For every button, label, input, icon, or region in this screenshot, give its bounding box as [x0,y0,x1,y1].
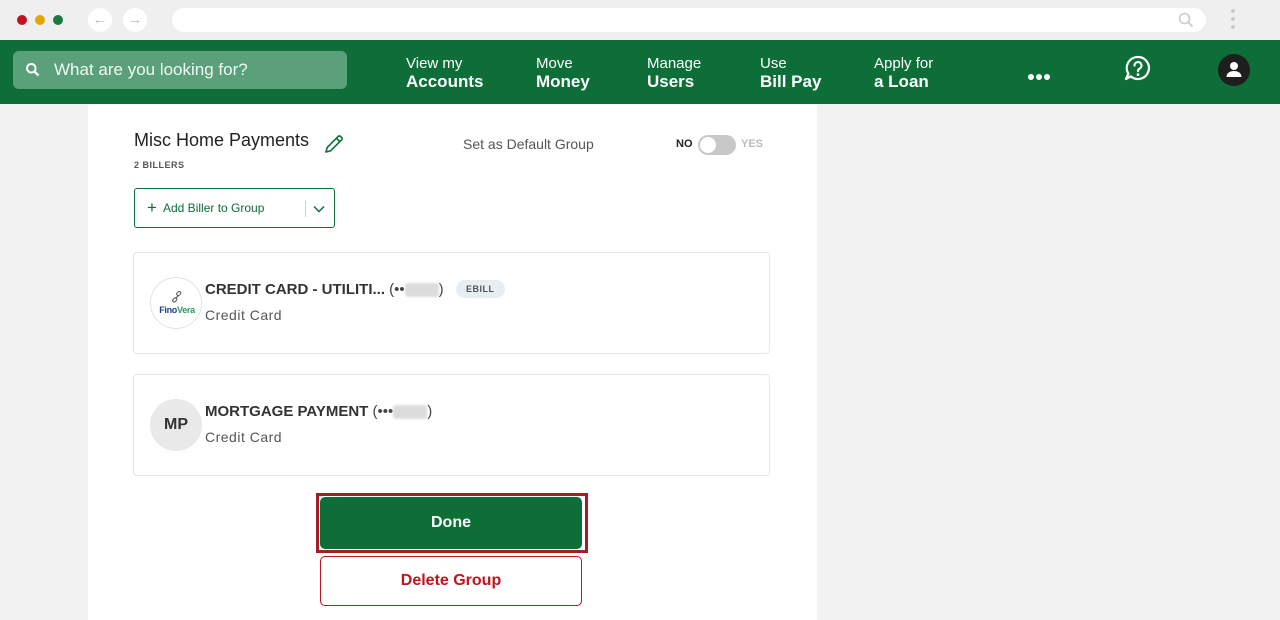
add-biller-label: Add Biller to Group [163,201,265,215]
done-button[interactable]: Done [320,497,582,549]
add-biller-button[interactable]: + Add Biller to Group [134,188,335,228]
window-close-dot[interactable] [17,15,27,25]
nav-label-line1: View my [406,55,463,72]
nav-label-line1: Use [760,55,787,72]
window-minimize-dot[interactable] [35,15,45,25]
pencil-icon[interactable] [323,133,345,155]
biller-logo: FinoVera [150,277,202,329]
nav-label-line2: a Loan [874,72,929,91]
delete-group-button[interactable]: Delete Group [320,556,582,606]
window-maximize-dot[interactable] [53,15,63,25]
logo-text-part: Vera [176,305,195,315]
search-input[interactable] [54,51,339,89]
link-icon [172,291,182,303]
nav-move-money[interactable]: Move Money [536,55,590,91]
redacted-digits [393,405,428,420]
billers-count: 2 BILLERS [134,160,185,170]
search-icon [26,63,40,77]
browser-chrome: ← → [0,0,1280,40]
chevron-down-icon[interactable] [312,202,326,216]
address-bar[interactable] [172,8,1206,32]
forward-arrow-icon[interactable]: → [123,8,147,32]
nav-label-line2: Accounts [406,72,484,91]
biller-name-row: MORTGAGE PAYMENT (•••) [205,403,432,420]
biller-card[interactable]: FinoVera CREDIT CARD - UTILITI... (••) E… [133,252,770,354]
biller-type: Credit Card [205,429,283,445]
plus-icon: + [147,198,157,217]
top-navigation: View my Accounts Move Money Manage Users… [0,40,1280,104]
masked-account-number: (•••) [373,403,433,420]
nav-label-line1: Move [536,55,573,72]
account-suffix: ) [438,281,444,298]
search-icon [1178,12,1194,28]
biller-name: MORTGAGE PAYMENT [205,403,369,420]
global-search[interactable] [13,51,347,89]
profile-button[interactable] [1218,54,1250,86]
more-icon[interactable] [1028,67,1054,80]
toggle-knob [700,137,716,153]
group-title: Misc Home Payments [134,130,310,150]
account-prefix: (••• [372,403,394,420]
redacted-digits [404,283,439,298]
biller-name: CREDIT CARD - UTILITI... [205,281,385,298]
finovera-logo-text: FinoVera [151,305,203,315]
biller-initials-avatar: MP [150,399,202,451]
nav-label-line1: Manage [647,55,702,72]
default-group-toggle[interactable] [698,135,736,155]
nav-label-line2: Money [536,72,590,91]
biller-type: Credit Card [205,307,283,323]
logo-text-part: Fino [159,305,177,315]
nav-manage-users[interactable]: Manage Users [647,55,701,91]
nav-label-line1: Apply for [874,55,934,72]
masked-account-number: (••) [389,281,444,298]
toggle-no-label: NO [676,138,693,150]
nav-view-accounts[interactable]: View my Accounts [406,55,483,91]
toggle-yes-label: YES [741,138,764,150]
nav-label-line2: Bill Pay [760,72,822,91]
nav-label-line2: Users [647,72,695,91]
account-prefix: (•• [389,281,405,298]
default-group-label: Set as Default Group [463,136,594,152]
user-icon [1226,62,1242,77]
biller-group-panel: Misc Home Payments 2 BILLERS Set as Defa… [88,104,817,620]
button-divider [305,201,306,217]
biller-card[interactable]: MP MORTGAGE PAYMENT (•••) Credit Card [133,374,770,476]
help-chat-icon[interactable] [1123,54,1153,84]
back-arrow-icon[interactable]: ← [88,8,112,32]
biller-name-row: CREDIT CARD - UTILITI... (••) [205,281,444,298]
browser-menu-icon[interactable] [1231,9,1237,33]
nav-bill-pay[interactable]: Use Bill Pay [760,55,821,91]
ebill-badge: EBILL [456,280,505,298]
nav-apply-loan[interactable]: Apply for a Loan [874,55,933,91]
account-suffix: ) [427,403,433,420]
